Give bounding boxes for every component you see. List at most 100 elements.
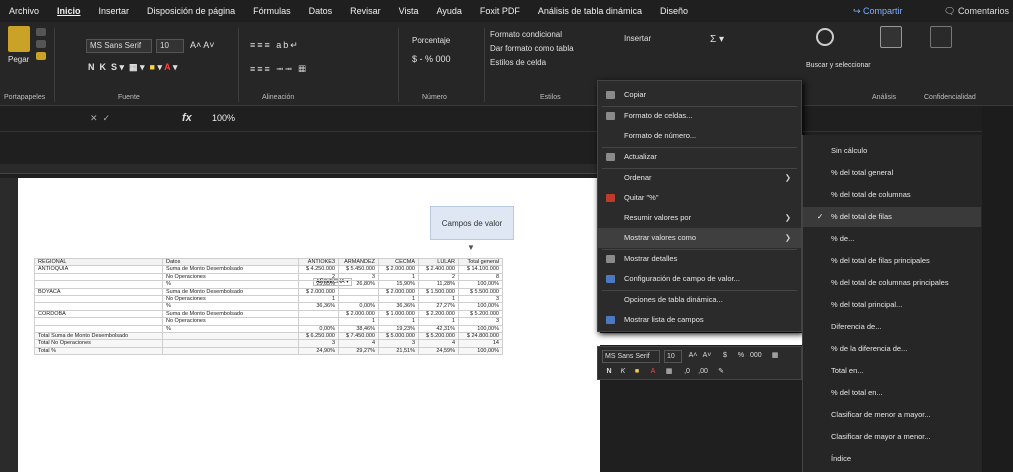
submenu-item[interactable]: Índice: [803, 449, 981, 469]
pivot-cell[interactable]: $ 5.000.000: [378, 332, 419, 341]
tab-disposicion[interactable]: Disposición de página: [138, 0, 244, 22]
mini-font-dropdown[interactable]: MS Sans Serif: [602, 350, 660, 363]
submenu-item[interactable]: % del total de filas principales: [803, 251, 981, 271]
shrink-font-icon[interactable]: A˅: [702, 351, 712, 361]
pivot-cell[interactable]: 38,46%: [338, 324, 379, 334]
pivot-cell[interactable]: $ 2.000.000: [378, 265, 419, 274]
context-menu-item[interactable]: Copiar: [598, 85, 801, 105]
fill-color-icon[interactable]: ■: [632, 367, 642, 377]
grow-font-icon[interactable]: A˄: [688, 351, 698, 361]
font-size-dropdown[interactable]: 10: [156, 39, 184, 53]
pivot-cell[interactable]: $ 5.200.000: [458, 309, 503, 319]
submenu-item[interactable]: % del total de columnas principales: [803, 273, 981, 293]
tab-archivo[interactable]: Archivo: [0, 0, 48, 22]
pivot-cell[interactable]: 26,80%: [338, 280, 379, 289]
context-menu-item[interactable]: Quitar "%": [598, 188, 801, 208]
percent-icon[interactable]: %: [736, 351, 746, 361]
bold-icon[interactable]: N: [604, 367, 614, 377]
thousands-icon[interactable]: 000: [750, 351, 762, 361]
submenu-item[interactable]: Clasificar de mayor a menor...: [803, 427, 981, 447]
pivot-data-label[interactable]: Suma de Monto Desembolsado: [162, 287, 299, 297]
context-menu-item[interactable]: Opciones de tabla dinámica...: [598, 290, 801, 310]
pivot-cell[interactable]: CECMA: [378, 257, 419, 267]
submenu-item[interactable]: % del total de columnas: [803, 185, 981, 205]
pivot-cell[interactable]: $ 4.250.000: [298, 265, 339, 274]
pivot-cell[interactable]: [298, 309, 339, 319]
pivot-cell[interactable]: 24,90%: [298, 346, 339, 356]
pivot-cell[interactable]: $ 5.450.000: [338, 265, 379, 274]
font-grow-icon[interactable]: A˄ A˅: [190, 40, 215, 50]
pivot-cell[interactable]: 0,00%: [298, 324, 339, 334]
format-painter-mini-icon[interactable]: ✎: [716, 367, 726, 377]
pivot-cell[interactable]: 0,00%: [338, 302, 379, 311]
tab-revisar[interactable]: Revisar: [341, 0, 390, 22]
font-name-dropdown[interactable]: MS Sans Serif: [86, 39, 152, 53]
alignment-icons-row2[interactable]: ≡≡≡ ⭲⭲ ▦: [250, 62, 308, 78]
formula-input[interactable]: 100%: [212, 113, 235, 123]
analyze-data-icon[interactable]: [880, 26, 902, 48]
tab-ayuda[interactable]: Ayuda: [428, 0, 471, 22]
paste-icon[interactable]: [8, 26, 30, 52]
pivot-data-label[interactable]: No Operaciones: [162, 272, 299, 282]
pivot-cell[interactable]: $ 2.000.000: [378, 287, 419, 297]
pivot-data-label[interactable]: %: [162, 302, 299, 311]
insert-cells-button[interactable]: Insertar: [624, 34, 651, 43]
pivot-cell[interactable]: $ 1.000.000: [378, 309, 419, 319]
table-format-button[interactable]: Dar formato como tabla: [490, 44, 574, 53]
currency-icons[interactable]: $ - % 000: [412, 54, 451, 64]
bold-italic-underline-icons[interactable]: N K S ▾ ▦ ▾ ■ ▾ A ▾: [88, 62, 177, 73]
pivot-cell[interactable]: $ 2.200.000: [418, 309, 459, 319]
tab-foxit[interactable]: Foxit PDF: [471, 0, 529, 22]
pivot-cell[interactable]: $ 1.500.000: [418, 287, 459, 297]
pivot-cell[interactable]: 2: [298, 272, 339, 282]
pivot-cell[interactable]: 1: [418, 317, 459, 326]
tab-datos[interactable]: Datos: [300, 0, 342, 22]
pivot-cell[interactable]: $ 5.200.000: [418, 332, 459, 341]
pivot-data-label[interactable]: Datos: [162, 257, 299, 267]
pivot-cell[interactable]: 19,23%: [378, 324, 419, 334]
pivot-cell[interactable]: $ 5.500.000: [458, 287, 503, 297]
pivot-cell[interactable]: 3: [378, 339, 419, 348]
fx-icon[interactable]: fx: [182, 112, 192, 124]
font-color-icon[interactable]: A: [648, 367, 658, 377]
search-icon[interactable]: [816, 28, 834, 46]
pivot-cell[interactable]: 3: [458, 295, 503, 304]
pivot-row-label[interactable]: Total %: [34, 346, 163, 356]
pivot-data-label[interactable]: [162, 346, 299, 356]
pivot-row-label[interactable]: BOYACÁ: [34, 287, 163, 297]
pivot-cell[interactable]: 42,31%: [418, 324, 459, 334]
pivot-cell[interactable]: 1: [298, 295, 339, 304]
context-menu-item[interactable]: Ordenar ❯: [598, 168, 801, 188]
context-menu-item[interactable]: Mostrar valores como ❯: [598, 228, 801, 248]
submenu-item[interactable]: % de la diferencia de...: [803, 339, 981, 359]
pivot-cell[interactable]: 1: [378, 317, 419, 326]
pivot-cell[interactable]: 100,00%: [458, 302, 503, 311]
submenu-item[interactable]: % de...: [803, 229, 981, 249]
tab-inicio[interactable]: Inicio: [48, 0, 90, 22]
pivot-cell[interactable]: 1: [378, 272, 419, 282]
pivot-cell[interactable]: 29,27%: [338, 346, 379, 356]
pivot-cell[interactable]: 3: [298, 339, 339, 348]
tab-formulas[interactable]: Fórmulas: [244, 0, 300, 22]
pivot-row-label[interactable]: [34, 317, 163, 326]
pivot-cell[interactable]: $ 24.800.000: [458, 332, 503, 341]
pivot-cell[interactable]: 27,27%: [418, 302, 459, 311]
pivot-cell[interactable]: $ 14.100.000: [458, 265, 503, 274]
pivot-cell[interactable]: Total general: [458, 257, 503, 267]
find-select-button[interactable]: Buscar y seleccionar: [806, 62, 871, 69]
pivot-cell[interactable]: 1: [418, 295, 459, 304]
pivot-data-label[interactable]: Suma de Monto Desembolsado: [162, 265, 299, 274]
pivot-row-label[interactable]: [34, 302, 163, 311]
pivot-cell[interactable]: $ 2.000.000: [338, 309, 379, 319]
pivot-cell[interactable]: [338, 287, 379, 297]
format-painter-icon[interactable]: [36, 52, 46, 60]
value-fields-drop-zone[interactable]: Campos de valor: [430, 206, 514, 240]
pivot-cell[interactable]: $ 7.450.000: [338, 332, 379, 341]
pivot-cell[interactable]: $ 6.250.000: [298, 332, 339, 341]
pivot-cell[interactable]: 4: [338, 339, 379, 348]
pivot-row-label[interactable]: Total Suma de Monto Desembolsado: [34, 332, 163, 341]
submenu-item[interactable]: Total en...: [803, 361, 981, 381]
tab-diseno[interactable]: Diseño: [651, 0, 697, 22]
pivot-data-label[interactable]: No Operaciones: [162, 295, 299, 304]
pivot-row-label[interactable]: [34, 280, 163, 289]
